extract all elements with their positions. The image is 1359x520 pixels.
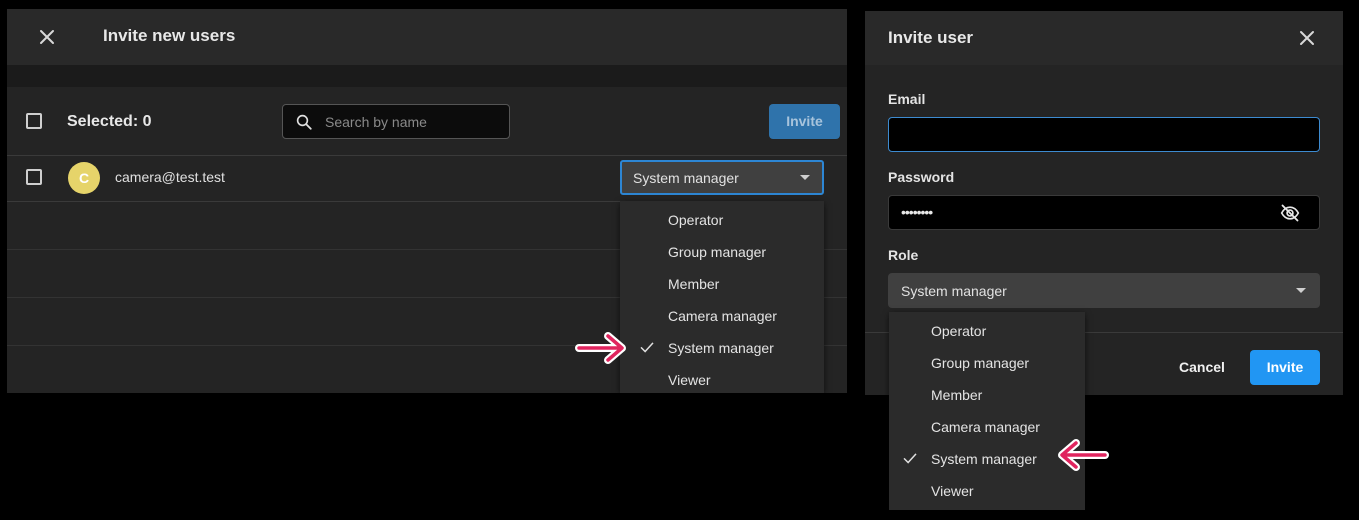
- menu-item-system-manager[interactable]: System manager: [620, 331, 824, 363]
- divider: [7, 345, 620, 346]
- checkmark-icon: [640, 342, 654, 353]
- menu-item-label: Operator: [931, 323, 987, 339]
- menu-item-label: Camera manager: [931, 419, 1040, 435]
- dialog-title: Invite user: [888, 28, 974, 47]
- role-select[interactable]: System manager: [620, 160, 824, 195]
- avatar: C: [68, 162, 100, 194]
- role-dropdown-menu: Operator Group manager Member Camera man…: [620, 201, 824, 393]
- dialog-title: Invite new users: [103, 26, 236, 45]
- menu-item-camera-manager[interactable]: Camera manager: [620, 299, 824, 331]
- email-field[interactable]: [888, 117, 1320, 152]
- checkmark-icon: [903, 453, 917, 464]
- invite-new-users-dialog: Invite new users Selected: 0 Invite C ca…: [7, 9, 847, 393]
- divider: [7, 297, 620, 298]
- menu-item-member[interactable]: Member: [620, 267, 824, 299]
- role-select-value: System manager: [633, 170, 739, 186]
- menu-item-member[interactable]: Member: [889, 378, 1085, 410]
- search-icon: [296, 114, 312, 130]
- selected-count: Selected: 0: [67, 113, 152, 130]
- divider: [824, 297, 847, 298]
- invite-button[interactable]: Invite: [1250, 350, 1320, 385]
- menu-item-viewer[interactable]: Viewer: [889, 474, 1085, 506]
- divider: [7, 249, 620, 250]
- role-select-value: System manager: [901, 283, 1007, 299]
- divider: [824, 249, 847, 250]
- menu-item-viewer[interactable]: Viewer: [620, 363, 824, 393]
- search-field[interactable]: [282, 104, 510, 139]
- menu-item-label: Camera manager: [668, 308, 777, 324]
- password-label: Password: [888, 169, 955, 185]
- header-divider: [7, 65, 847, 87]
- menu-item-group-manager[interactable]: Group manager: [889, 346, 1085, 378]
- divider: [7, 201, 620, 202]
- row-checkbox[interactable]: [26, 169, 42, 185]
- select-all-checkbox[interactable]: [26, 113, 42, 129]
- role-label: Role: [888, 247, 919, 263]
- email-label: Email: [888, 91, 926, 107]
- search-input[interactable]: [325, 105, 505, 138]
- close-icon[interactable]: [1295, 26, 1319, 50]
- divider: [824, 345, 847, 346]
- arrow-annotation-icon: [575, 332, 626, 364]
- menu-item-label: System manager: [668, 340, 774, 356]
- divider: [7, 155, 847, 156]
- chevron-down-icon: [800, 175, 810, 180]
- menu-item-label: Group manager: [931, 355, 1030, 371]
- menu-item-label: Viewer: [931, 483, 974, 499]
- arrow-annotation-icon: [1058, 439, 1109, 471]
- cancel-button[interactable]: Cancel: [1171, 350, 1233, 385]
- menu-item-label: Member: [668, 276, 720, 292]
- menu-item-label: Viewer: [668, 372, 711, 388]
- invite-button[interactable]: Invite: [769, 104, 840, 139]
- menu-item-label: System manager: [931, 451, 1037, 467]
- menu-item-label: Member: [931, 387, 983, 403]
- menu-item-group-manager[interactable]: Group manager: [620, 235, 824, 267]
- menu-item-label: Group manager: [668, 244, 767, 260]
- password-value: ••••••••: [901, 204, 933, 220]
- user-email: camera@test.test: [115, 169, 225, 185]
- menu-item-operator[interactable]: Operator: [889, 314, 1085, 346]
- password-field[interactable]: ••••••••: [888, 195, 1320, 230]
- dialog-header: Invite new users: [7, 9, 847, 65]
- chevron-down-icon: [1296, 288, 1306, 293]
- menu-item-operator[interactable]: Operator: [620, 203, 824, 235]
- menu-item-label: Operator: [668, 212, 724, 228]
- eye-off-icon[interactable]: [1279, 203, 1301, 223]
- dialog-header: Invite user: [865, 11, 1343, 65]
- role-select[interactable]: System manager: [888, 273, 1320, 308]
- role-dropdown-menu: Operator Group manager Member Camera man…: [889, 312, 1085, 510]
- close-icon[interactable]: [35, 25, 59, 49]
